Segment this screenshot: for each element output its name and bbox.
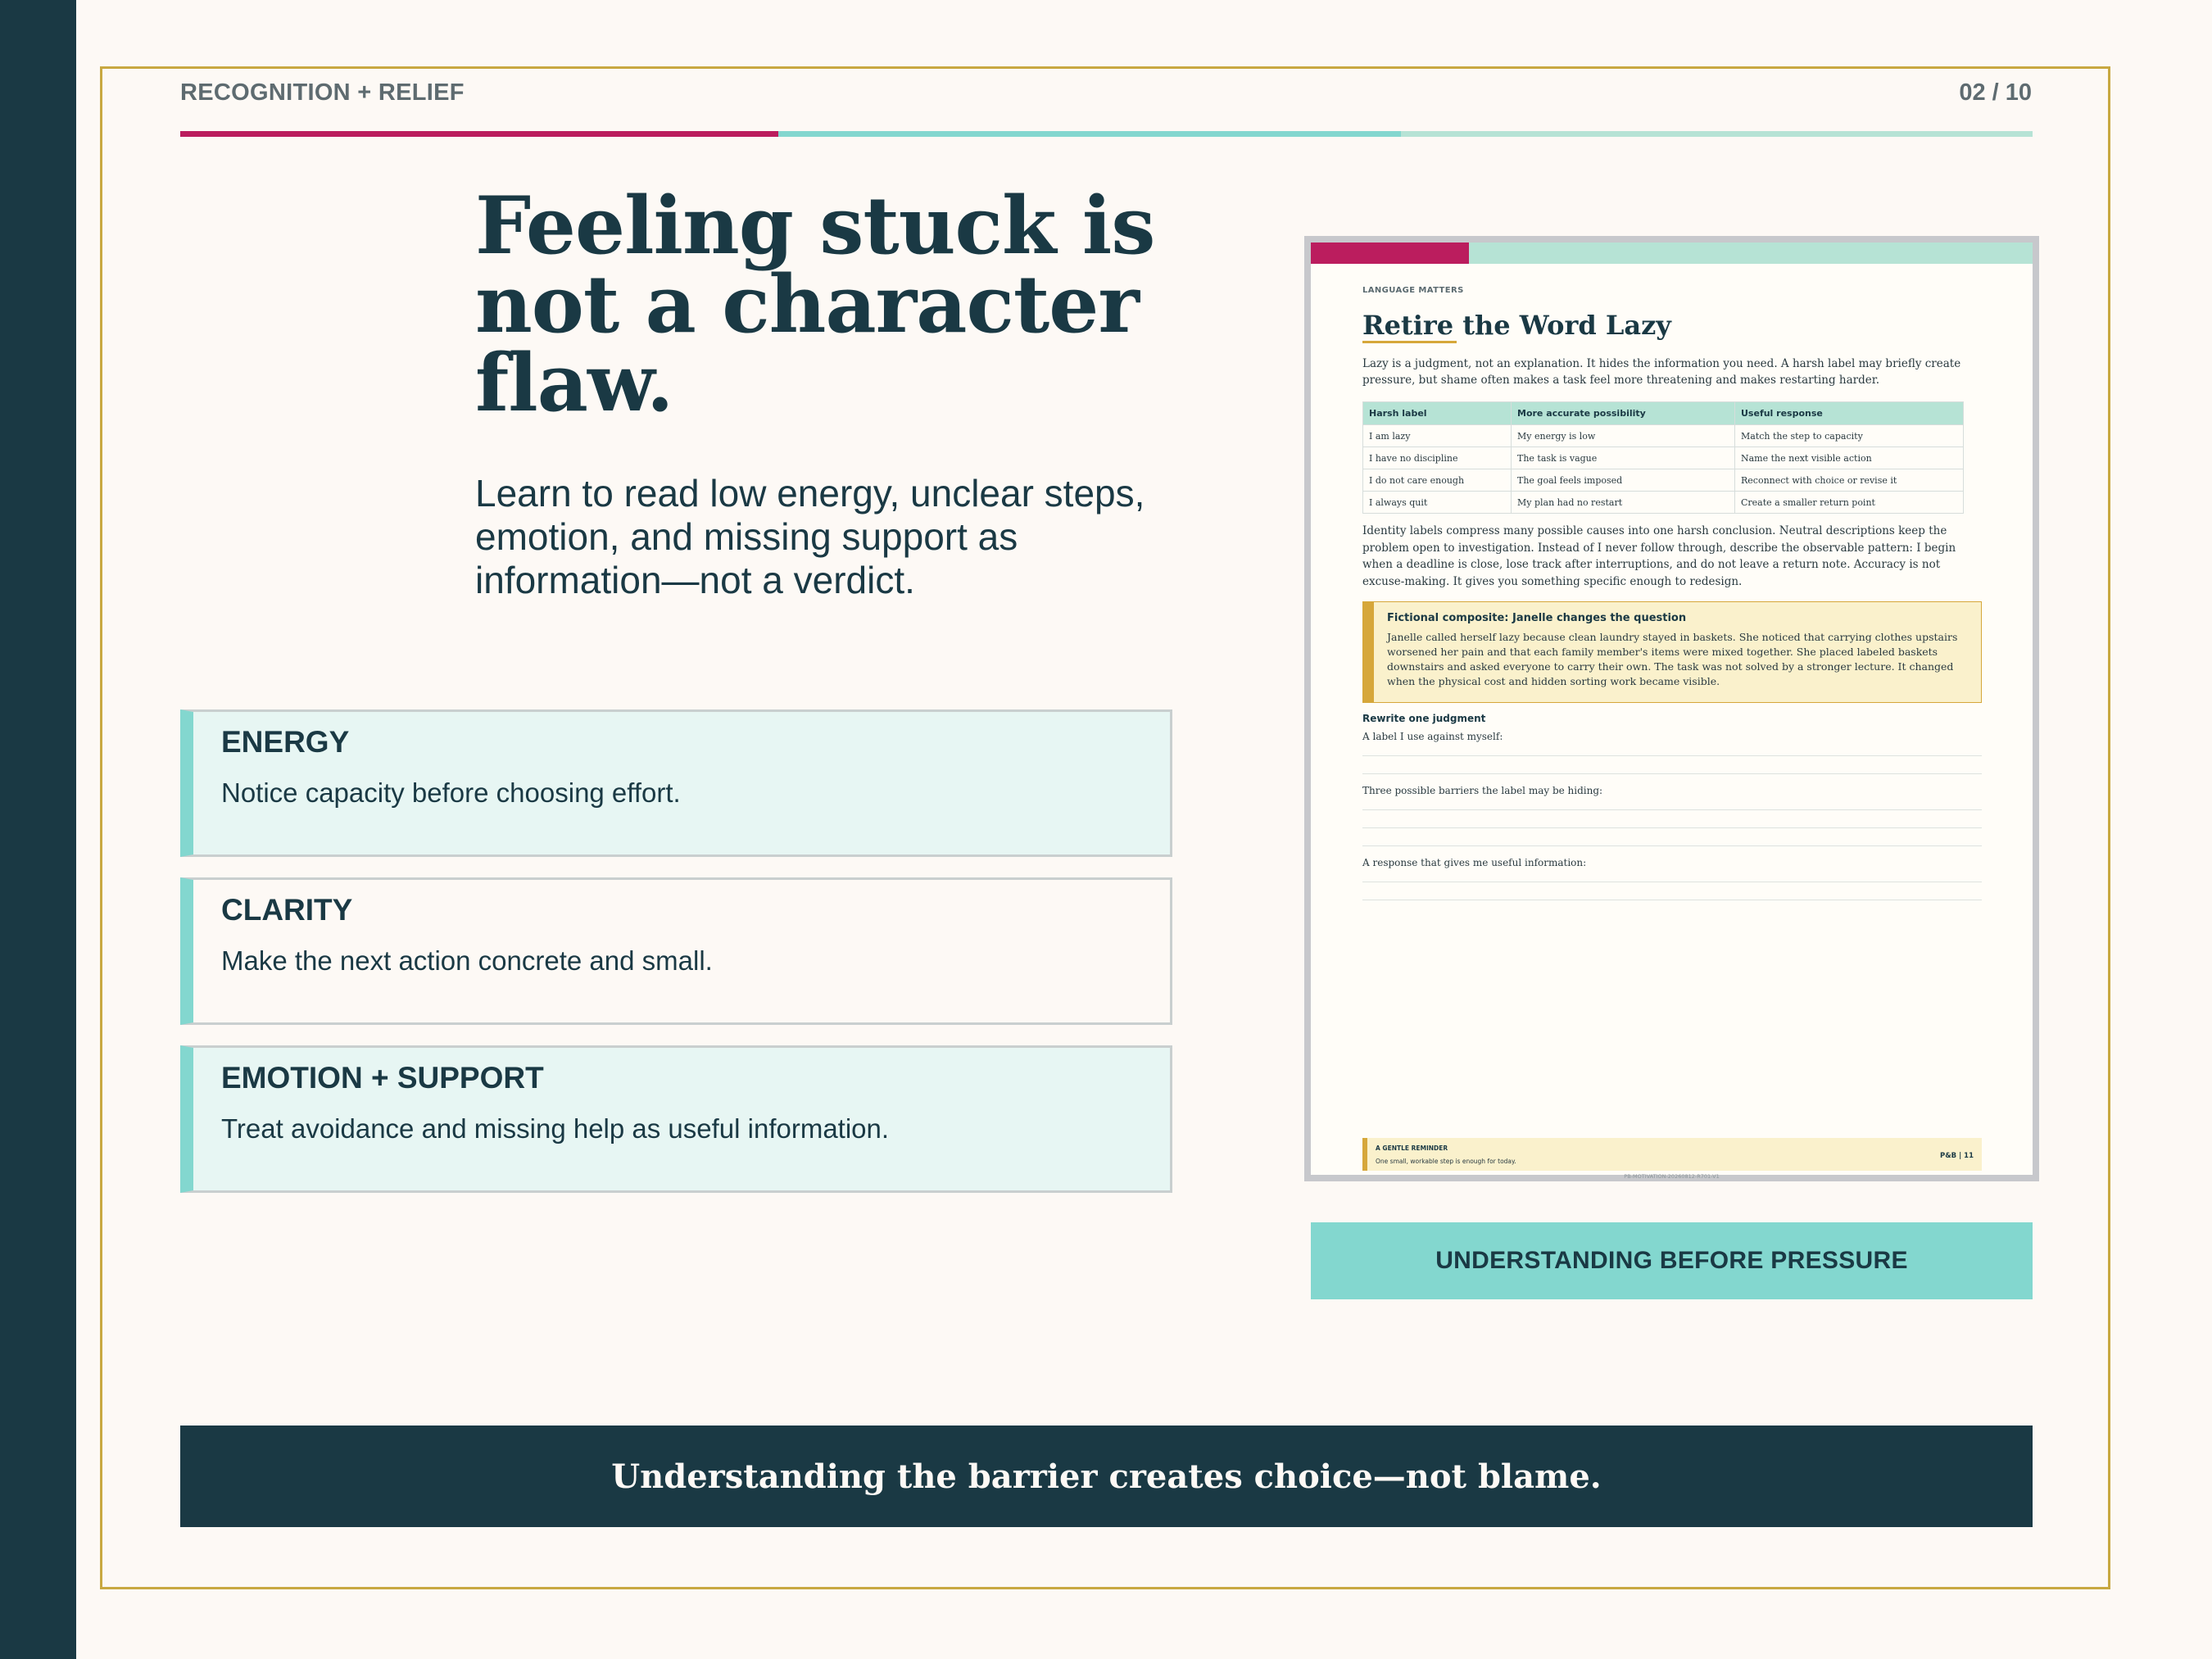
page-number: 02 / 10 [1959,79,2032,106]
section-label: RECOGNITION + RELIEF [180,79,465,106]
footer-label: A GENTLE REMINDER [1376,1145,1448,1152]
card-title: ENERGY [221,725,350,759]
slide-subhead: Learn to read low energy, unclear steps,… [475,472,1145,601]
table-cell: Reconnect with choice or revise it [1734,469,1964,492]
table-cell: Name the next visible action [1734,446,1964,469]
exercise-prompt: Three possible barriers the label may be… [1362,785,1603,796]
table-row: I have no discipline The task is vague N… [1362,446,1964,469]
document-title: Retire the Word Lazy [1362,310,1671,341]
table-cell: Create a smaller return point [1734,491,1964,514]
callout-title: Fictional composite: Janelle changes the… [1387,612,1687,624]
card-title: CLARITY [221,893,353,927]
table-cell: I always quit [1362,491,1512,514]
table-cell: My energy is low [1511,424,1735,447]
left-accent-band [0,0,76,1659]
table-row: I do not care enough The goal feels impo… [1362,469,1964,492]
card-energy: ENERGY Notice capacity before choosing e… [180,709,1172,857]
document-paragraph: Identity labels compress many possible c… [1362,524,1956,588]
document-preview: LANGUAGE MATTERS Retire the Word Lazy La… [1304,236,2039,1181]
table-header-cell: More accurate possibility [1511,401,1735,425]
table-cell: I have no discipline [1362,446,1512,469]
table-cell: The goal feels imposed [1511,469,1735,492]
exercise-title: Rewrite one judgment [1362,713,1486,724]
footer-text: One small, workable step is enough for t… [1376,1158,1516,1165]
document-kicker: LANGUAGE MATTERS [1362,286,1464,295]
document-intro: Lazy is a judgment, not an explanation. … [1362,357,1961,387]
writing-line[interactable] [1362,773,1982,774]
case-callout: Fictional composite: Janelle changes the… [1362,601,1982,703]
label-reframe-table: Harsh label More accurate possibility Us… [1362,401,1964,514]
exercise-prompt: A response that gives me useful informat… [1362,857,1587,868]
card-title: EMOTION + SUPPORT [221,1061,544,1095]
document-bar-accent [1311,243,1469,264]
document-title-underline [1362,341,1457,343]
card-clarity: CLARITY Make the next action concrete an… [180,877,1172,1025]
writing-line[interactable] [1362,845,1982,846]
card-emotion-support: EMOTION + SUPPORT Treat avoidance and mi… [180,1045,1172,1193]
callout-body: Janelle called herself lazy because clea… [1387,631,1958,687]
card-text: Make the next action concrete and small. [221,945,713,976]
table-header-cell: Harsh label [1362,401,1512,425]
table-cell: I am lazy [1362,424,1512,447]
footer-quote: Understanding the barrier creates choice… [611,1457,1602,1496]
exercise-prompt: A label I use against myself: [1362,731,1503,742]
writing-line[interactable] [1362,809,1982,810]
table-header-cell: Useful response [1734,401,1964,425]
caption-tag: UNDERSTANDING BEFORE PRESSURE [1311,1222,2033,1299]
table-row: I am lazy My energy is low Match the ste… [1362,424,1964,447]
progress-segment-next [778,131,1401,137]
table-row: I always quit My plan had no restart Cre… [1362,491,1964,514]
writing-line[interactable] [1362,755,1982,756]
table-cell: My plan had no restart [1511,491,1735,514]
footer-page-number: P&B | 11 [1940,1152,1974,1160]
document-code: PB-MOTIVATION-20260812-R701-V1 [1624,1173,1720,1180]
progress-bar [180,131,2033,137]
writing-line[interactable] [1362,827,1982,828]
progress-segment-current [180,131,778,137]
document-footer: A GENTLE REMINDER One small, workable st… [1362,1138,1982,1171]
table-cell: The task is vague [1511,446,1735,469]
footer-quote-band: Understanding the barrier creates choice… [180,1426,2033,1527]
document-bar-rest [1469,243,2033,264]
card-text: Notice capacity before choosing effort. [221,777,681,808]
table-cell: Match the step to capacity [1734,424,1964,447]
slide-headline: Feeling stuck is not a character flaw. [475,179,1155,429]
progress-segment-remaining [1401,131,2033,137]
table-cell: I do not care enough [1362,469,1512,492]
table-header-row: Harsh label More accurate possibility Us… [1362,401,1964,425]
document-top-bar [1311,243,2033,264]
card-text: Treat avoidance and missing help as usef… [221,1113,890,1144]
